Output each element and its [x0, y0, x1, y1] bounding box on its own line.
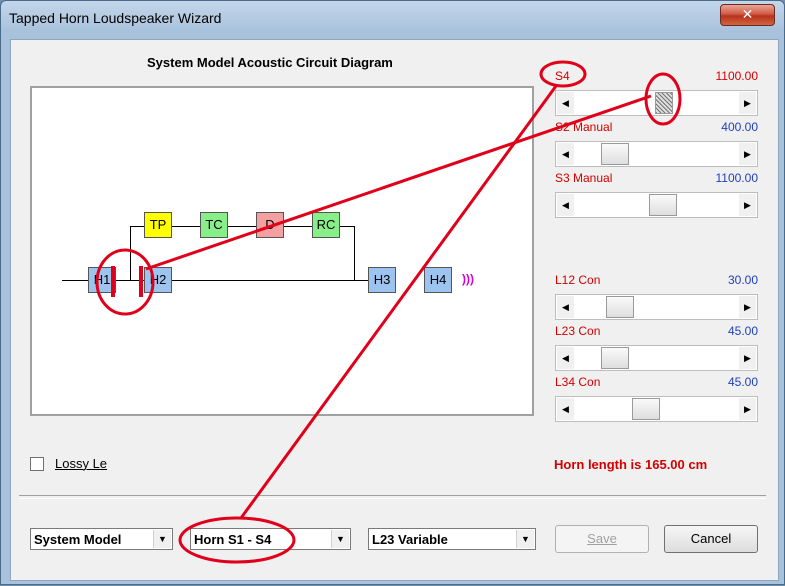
- block-h1: H1: [88, 267, 116, 293]
- block-h3: H3: [368, 267, 396, 293]
- variable-value: L23 Variable: [372, 532, 448, 547]
- scroll-right-arrow-icon[interactable]: ▶: [739, 92, 756, 114]
- slider-value: 1100.00: [715, 69, 759, 83]
- close-icon: ✕: [741, 7, 754, 23]
- slider-value: 400.00: [721, 120, 758, 134]
- system-model-dropdown[interactable]: System Model ▼: [30, 528, 173, 550]
- slider-thumb[interactable]: [601, 347, 629, 369]
- slider-thumb[interactable]: [655, 92, 673, 114]
- sound-waves-icon: ))): [462, 272, 474, 286]
- horn-section-value: Horn S1 - S4: [194, 532, 272, 547]
- scroll-left-arrow-icon[interactable]: ◀: [557, 92, 574, 114]
- block-d: D: [256, 212, 284, 238]
- block-tc: TC: [200, 212, 228, 238]
- scroll-left-arrow-icon[interactable]: ◀: [557, 194, 574, 216]
- scroll-left-arrow-icon[interactable]: ◀: [557, 296, 574, 318]
- variable-dropdown[interactable]: L23 Variable ▼: [368, 528, 536, 550]
- scroll-right-arrow-icon[interactable]: ▶: [739, 398, 756, 420]
- horn-section-dropdown[interactable]: Horn S1 - S4 ▼: [190, 528, 351, 550]
- title-bar[interactable]: Tapped Horn Loudspeaker Wizard ✕: [1, 1, 784, 35]
- slider-thumb[interactable]: [632, 398, 660, 420]
- chevron-down-icon[interactable]: ▼: [516, 530, 534, 548]
- slider-thumb[interactable]: [606, 296, 634, 318]
- scroll-right-arrow-icon[interactable]: ▶: [739, 194, 756, 216]
- slider-thumb[interactable]: [601, 143, 629, 165]
- scroll-left-arrow-icon[interactable]: ◀: [557, 347, 574, 369]
- scroll-right-arrow-icon[interactable]: ▶: [739, 296, 756, 318]
- diagram-title: System Model Acoustic Circuit Diagram: [147, 55, 393, 70]
- slider-value: 45.00: [727, 324, 758, 338]
- dialog-body: System Model Acoustic Circuit Diagram TP…: [10, 39, 779, 581]
- slider-scrollbar[interactable]: ◀ ▶: [555, 396, 758, 422]
- horn-length-status: Horn length is 165.00 cm: [554, 457, 708, 472]
- block-h2: H2: [144, 267, 172, 293]
- slider-value: 30.00: [727, 273, 758, 287]
- slider-label: S2 Manual: [555, 120, 613, 134]
- branch-right-wire: [354, 226, 355, 280]
- slider-label: L12 Con: [555, 273, 601, 287]
- lossy-le-label[interactable]: Lossy Le: [55, 456, 107, 471]
- slider-value: 45.00: [727, 375, 758, 389]
- slider-scrollbar[interactable]: ◀ ▶: [555, 192, 758, 218]
- slider-scrollbar[interactable]: ◀ ▶: [555, 90, 758, 116]
- chevron-down-icon[interactable]: ▼: [331, 530, 349, 548]
- block-h4: H4: [424, 267, 452, 293]
- window-title: Tapped Horn Loudspeaker Wizard: [9, 10, 222, 26]
- close-button[interactable]: ✕: [720, 4, 775, 26]
- slider-thumb[interactable]: [649, 194, 677, 216]
- separator: [19, 495, 766, 499]
- slider-scrollbar[interactable]: ◀ ▶: [555, 345, 758, 371]
- slider-scrollbar[interactable]: ◀ ▶: [555, 294, 758, 320]
- scroll-right-arrow-icon[interactable]: ▶: [739, 143, 756, 165]
- slider-label: S4: [555, 69, 570, 83]
- slider-label: L23 Con: [555, 324, 601, 338]
- slider-label: L34 Con: [555, 375, 601, 389]
- save-button[interactable]: Save: [555, 525, 649, 553]
- scroll-right-arrow-icon[interactable]: ▶: [739, 347, 756, 369]
- slider-label: S3 Manual: [555, 171, 613, 185]
- branch-left-wire: [130, 226, 131, 280]
- lossy-le-checkbox[interactable]: [30, 457, 44, 471]
- acoustic-circuit-diagram: TP TC D RC H1 H2 H3 H4 ))): [30, 86, 534, 416]
- cancel-button[interactable]: Cancel: [664, 525, 758, 553]
- wizard-window: Tapped Horn Loudspeaker Wizard ✕ System …: [0, 0, 785, 585]
- block-tp: TP: [144, 212, 172, 238]
- block-rc: RC: [312, 212, 340, 238]
- scroll-left-arrow-icon[interactable]: ◀: [557, 398, 574, 420]
- slider-scrollbar[interactable]: ◀ ▶: [555, 141, 758, 167]
- chevron-down-icon[interactable]: ▼: [153, 530, 171, 548]
- scroll-left-arrow-icon[interactable]: ◀: [557, 143, 574, 165]
- system-model-value: System Model: [34, 532, 122, 547]
- slider-value: 1100.00: [715, 171, 759, 185]
